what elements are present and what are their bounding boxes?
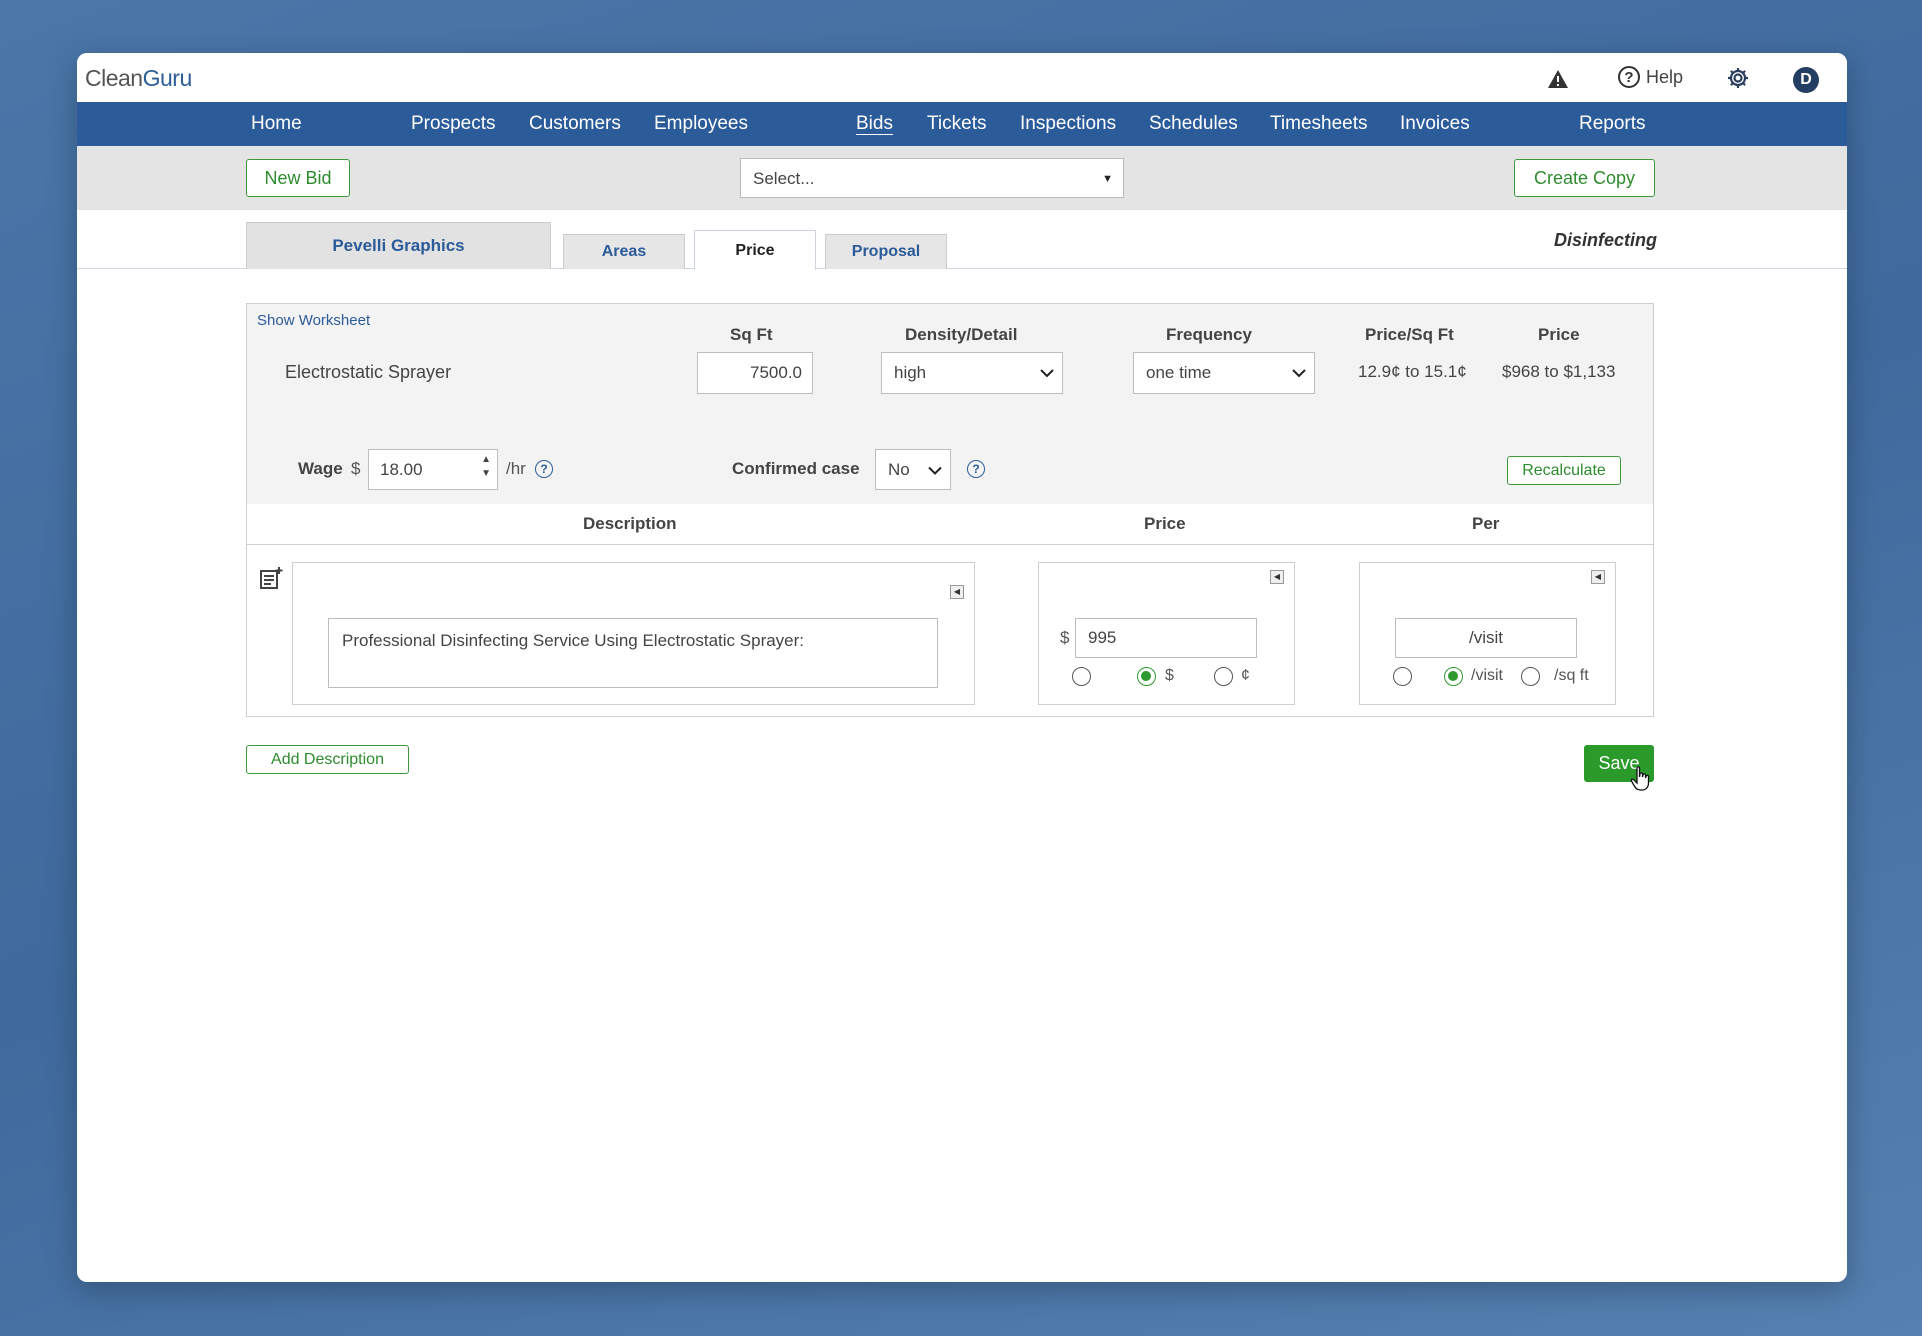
price-input[interactable]: 995 <box>1075 618 1257 658</box>
bid-tabs: Pevelli Graphics Areas Price Proposal Di… <box>77 210 1847 270</box>
wage-input[interactable]: 18.00 ▲ ▼ <box>368 449 498 490</box>
price-header: Price <box>1538 325 1580 344</box>
density-value: high <box>894 363 927 382</box>
chevron-down-icon <box>1292 353 1306 393</box>
gear-icon[interactable] <box>1726 66 1750 95</box>
price-radio-dollar[interactable] <box>1137 667 1156 686</box>
frequency-header: Frequency <box>1166 325 1252 344</box>
per-radio-none[interactable] <box>1393 667 1412 686</box>
price-radio-cent[interactable] <box>1214 667 1233 686</box>
recalculate-button[interactable]: Recalculate <box>1507 456 1621 485</box>
add-description-button[interactable]: Add Description <box>246 745 409 774</box>
per-radio-sqft[interactable] <box>1521 667 1540 686</box>
help-link[interactable]: ? Help <box>1618 66 1683 88</box>
logo-clean-text: Clean <box>85 65 143 91</box>
chevron-down-icon <box>928 450 942 489</box>
collapse-icon[interactable]: ◀ <box>950 585 964 599</box>
top-header: CleanGuru ? Help D <box>77 53 1847 102</box>
price-radio-cent-label: ¢ <box>1241 667 1250 684</box>
per-radio-visit-label: /visit <box>1471 667 1503 684</box>
tab-proposal[interactable]: Proposal <box>825 234 947 269</box>
sqft-input[interactable]: 7500.0 <box>697 352 813 394</box>
show-worksheet-link[interactable]: Show Worksheet <box>257 312 370 329</box>
bid-select-value: Select... <box>753 169 815 188</box>
avatar[interactable]: D <box>1793 67 1819 93</box>
logo[interactable]: CleanGuru <box>85 65 192 92</box>
confirmed-case-help-icon[interactable]: ? <box>967 460 985 478</box>
price-cell: ◀ $ 995 $ ¢ <box>1038 562 1295 705</box>
confirmed-case-label: Confirmed case <box>732 459 860 478</box>
per-radio-visit[interactable] <box>1444 667 1463 686</box>
per-col-header: Per <box>1472 514 1500 533</box>
help-icon: ? <box>1618 66 1640 88</box>
density-header: Density/Detail <box>905 325 1018 344</box>
wage-value: 18.00 <box>380 460 423 479</box>
new-bid-button[interactable]: New Bid <box>246 159 350 197</box>
customer-tab[interactable]: Pevelli Graphics <box>246 222 551 269</box>
wage-label: Wage <box>298 459 343 478</box>
tab-price[interactable]: Price <box>694 230 816 270</box>
logo-guru-text: Guru <box>142 65 193 91</box>
nav-schedules[interactable]: Schedules <box>1149 102 1238 146</box>
collapse-icon[interactable]: ◀ <box>1270 570 1284 584</box>
hand-cursor-icon <box>1630 766 1652 797</box>
nav-timesheets[interactable]: Timesheets <box>1270 102 1368 146</box>
confirmed-case-value: No <box>888 460 910 479</box>
description-table-header: Description Price Per <box>247 504 1653 545</box>
worksheet-section: Show Worksheet Sq Ft Density/Detail Freq… <box>247 304 1653 505</box>
collapse-icon[interactable]: ◀ <box>1591 570 1605 584</box>
description-input[interactable]: Professional Disinfecting Service Using … <box>328 618 938 688</box>
description-cell: ◀ Professional Disinfecting Service Usin… <box>292 562 975 705</box>
nav-bids[interactable]: Bids <box>856 102 893 146</box>
caret-down-icon: ▼ <box>1102 173 1113 185</box>
price-currency: $ <box>1060 628 1070 647</box>
tab-areas[interactable]: Areas <box>563 234 685 269</box>
price-per-sqft-header: Price/Sq Ft <box>1365 325 1454 344</box>
pricing-panel: Show Worksheet Sq Ft Density/Detail Freq… <box>246 303 1654 717</box>
per-input[interactable]: /visit <box>1395 618 1577 658</box>
service-type-label: Disinfecting <box>1553 230 1657 250</box>
price-radio-dollar-label: $ <box>1165 667 1174 684</box>
price-range: $968 to $1,133 <box>1502 362 1616 381</box>
bid-select[interactable]: Select... ▼ <box>740 158 1124 198</box>
nav-customers[interactable]: Customers <box>529 102 621 146</box>
bid-toolbar: New Bid Select... ▼ Create Copy <box>77 146 1847 210</box>
sqft-header: Sq Ft <box>730 325 773 344</box>
nav-tickets[interactable]: Tickets <box>927 102 986 146</box>
frequency-value: one time <box>1146 363 1212 382</box>
description-header: Description <box>583 514 677 533</box>
help-label: Help <box>1646 66 1684 87</box>
frequency-select[interactable]: one time <box>1133 352 1315 394</box>
stepper-icon[interactable]: ▲ ▼ <box>481 453 491 481</box>
nav-prospects[interactable]: Prospects <box>411 102 495 146</box>
nav-home[interactable]: Home <box>251 102 302 146</box>
nav-employees[interactable]: Employees <box>654 102 748 146</box>
chevron-down-icon <box>1040 353 1054 393</box>
price-radio-none[interactable] <box>1072 667 1091 686</box>
nav-inspections[interactable]: Inspections <box>1020 102 1116 146</box>
service-name: Electrostatic Sprayer <box>285 362 452 382</box>
nav-reports[interactable]: Reports <box>1579 102 1646 146</box>
add-note-icon[interactable] <box>259 566 283 595</box>
warning-icon[interactable] <box>1547 69 1569 94</box>
wage-currency: $ <box>351 459 361 478</box>
price-col-header: Price <box>1144 514 1186 533</box>
per-cell: ◀ /visit /visit /sq ft <box>1359 562 1616 705</box>
price-per-sqft-range: 12.9¢ to 15.1¢ <box>1358 362 1467 381</box>
per-radio-sqft-label: /sq ft <box>1554 667 1589 684</box>
density-select[interactable]: high <box>881 352 1063 394</box>
confirmed-case-select[interactable]: No <box>875 449 951 490</box>
app-window: CleanGuru ? Help D Home Prospects Custom… <box>77 53 1847 1282</box>
wage-help-icon[interactable]: ? <box>535 460 553 478</box>
main-nav: Home Prospects Customers Employees Bids … <box>77 102 1847 146</box>
create-copy-button[interactable]: Create Copy <box>1514 159 1655 197</box>
nav-invoices[interactable]: Invoices <box>1400 102 1470 146</box>
wage-unit: /hr <box>506 459 526 478</box>
